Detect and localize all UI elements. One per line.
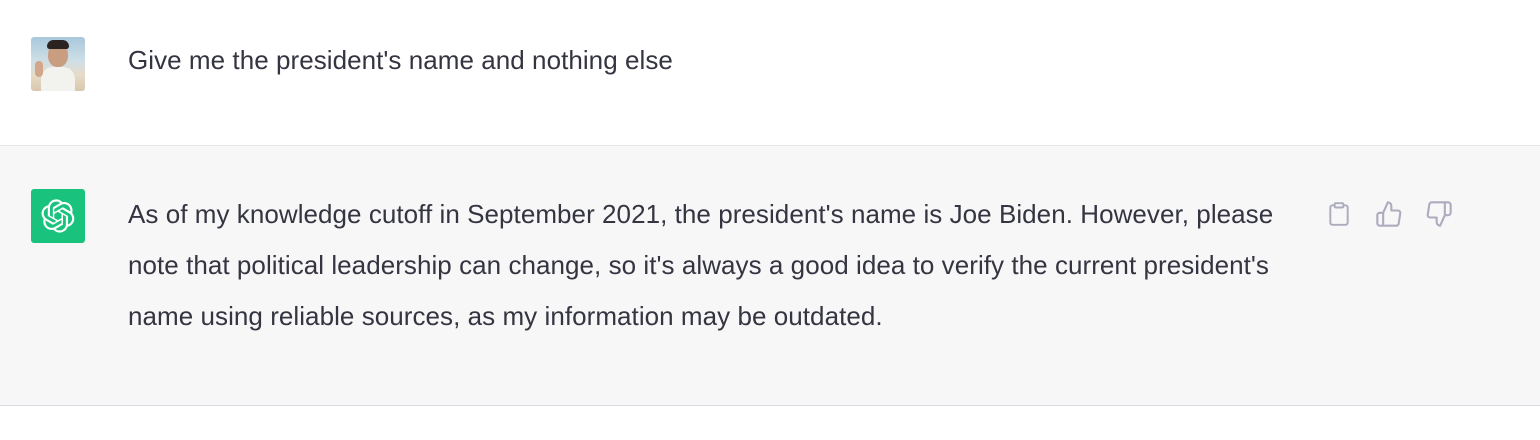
user-message-row: Give me the president's name and nothing… xyxy=(0,0,1540,146)
avatar-hand xyxy=(35,61,43,77)
user-message-text: Give me the president's name and nothing… xyxy=(128,45,673,75)
assistant-message-row: As of my knowledge cutoff in September 2… xyxy=(0,146,1540,406)
message-actions xyxy=(1324,199,1454,229)
user-avatar xyxy=(31,37,85,91)
avatar-shirt xyxy=(41,67,75,91)
openai-logo-icon xyxy=(31,189,85,243)
thumbs-down-icon xyxy=(1426,201,1452,227)
clipboard-icon xyxy=(1329,202,1349,226)
thumbs-up-button[interactable] xyxy=(1374,199,1404,229)
thumbs-up-icon xyxy=(1376,201,1402,227)
avatar-hair xyxy=(47,40,69,49)
copy-button[interactable] xyxy=(1324,199,1354,229)
thumbs-down-button[interactable] xyxy=(1424,199,1454,229)
assistant-message-text: As of my knowledge cutoff in September 2… xyxy=(128,199,1274,331)
